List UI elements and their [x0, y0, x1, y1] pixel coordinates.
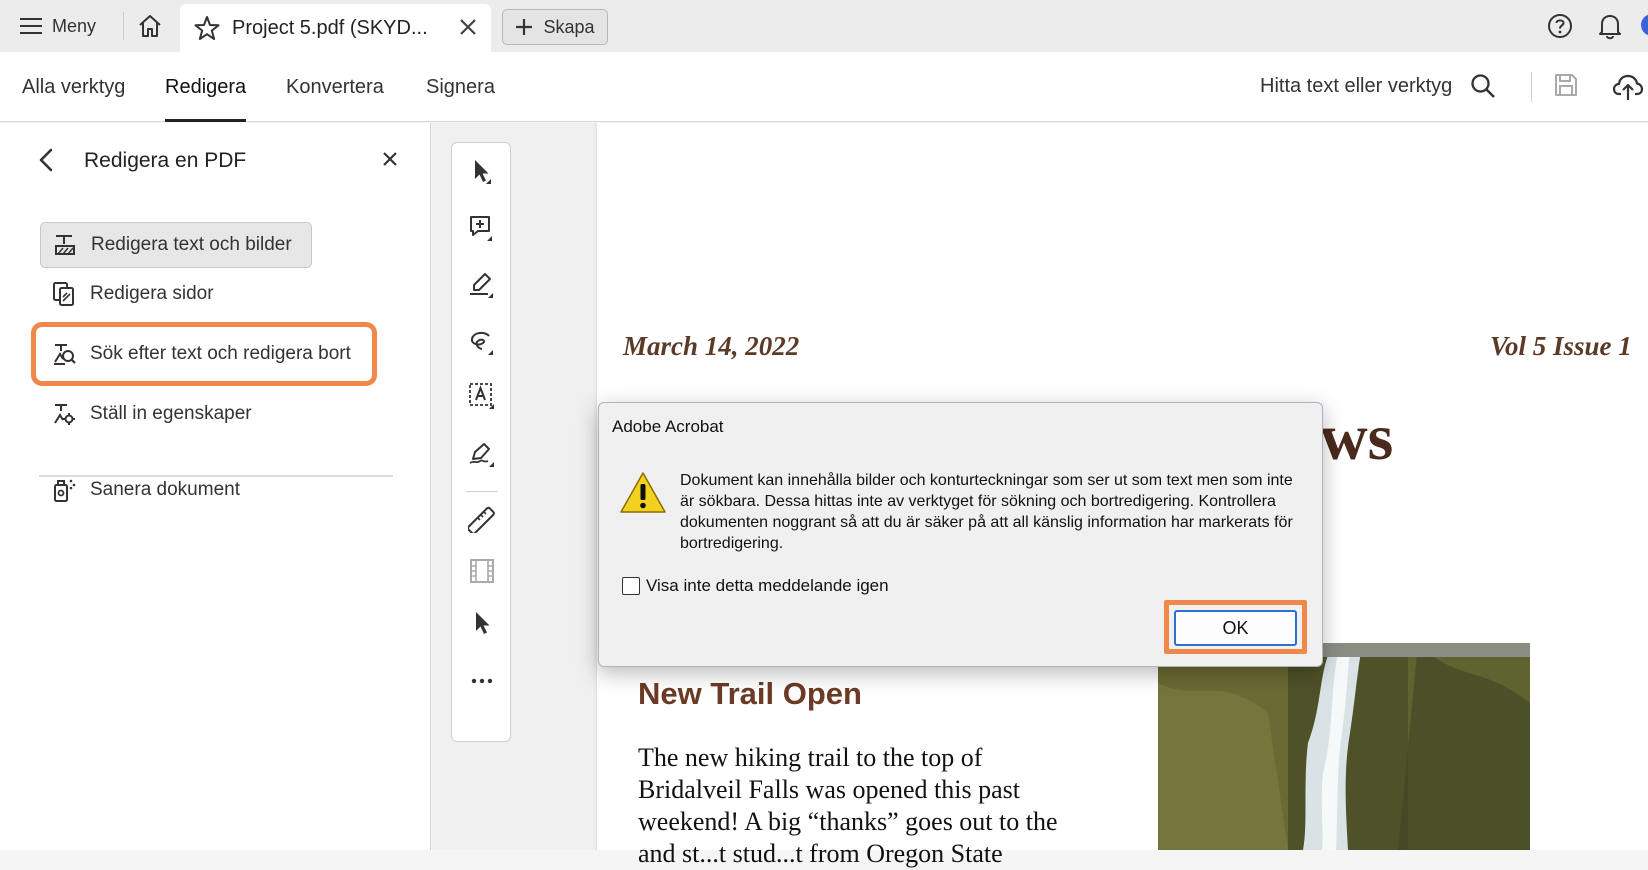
- add-comment-tool[interactable]: [465, 211, 499, 245]
- item-label: Redigera text och bilder: [91, 234, 292, 255]
- waterfall-photo: [1158, 643, 1530, 850]
- find-tools-button[interactable]: Hitta text eller verktyg: [1260, 68, 1496, 104]
- add-comment-icon: [470, 216, 492, 241]
- tab-label: Alla verktyg: [22, 75, 126, 98]
- tab-label: Signera: [426, 75, 495, 98]
- find-label: Hitta text eller verktyg: [1260, 74, 1453, 97]
- menu-label: Meny: [52, 15, 97, 36]
- set-properties-item[interactable]: Ställ in egenskaper: [40, 391, 264, 437]
- article-body: The new hiking trail to the top of Brida…: [638, 742, 1098, 870]
- edit-pages-item[interactable]: Redigera sidor: [40, 271, 226, 317]
- more-tools[interactable]: [465, 664, 499, 698]
- checkbox-label: Visa inte detta meddelande igen: [646, 576, 889, 595]
- hamburger-icon: [20, 18, 42, 34]
- article-line: Bridalveil Falls was opened this past: [638, 775, 1021, 804]
- item-label: Sök efter text och redigera bort: [90, 343, 351, 364]
- search-icon: [1471, 74, 1496, 98]
- item-label: Ställ in egenskaper: [90, 403, 252, 424]
- select-alt-tool[interactable]: [465, 605, 499, 639]
- bell-icon[interactable]: [1597, 12, 1623, 40]
- back-arrow-icon[interactable]: [36, 147, 58, 173]
- draw-tool[interactable]: [465, 325, 499, 359]
- document-tab[interactable]: Project 5.pdf (SKYD...: [180, 4, 491, 52]
- article-line: weekend! A big “thanks” goes out to the: [638, 807, 1058, 836]
- item-label: Redigera sidor: [90, 283, 214, 304]
- dialog-message: Dokument kan innehålla bilder och kontur…: [680, 472, 1293, 552]
- plus-icon: [516, 19, 533, 35]
- sign-tool[interactable]: [465, 437, 499, 471]
- article-line: and st...t stud...t from Oregon State: [638, 839, 1003, 868]
- newsletter-date: March 14, 2022: [623, 331, 800, 361]
- item-label: Sanera dokument: [90, 479, 240, 500]
- divider: [123, 12, 124, 40]
- select-tool[interactable]: [465, 154, 499, 188]
- sanitize-icon: [54, 479, 76, 502]
- article-line: The new hiking trail to the top of: [638, 743, 983, 772]
- home-button[interactable]: [132, 10, 168, 42]
- more-icon: [471, 678, 493, 684]
- divider: [466, 491, 498, 492]
- main-toolbar: Alla verktyg Redigera Konvertera Signera…: [0, 52, 1648, 122]
- create-label: Skapa: [543, 16, 595, 37]
- text-box-tool[interactable]: [465, 379, 499, 413]
- cloud-upload-icon[interactable]: [1612, 70, 1644, 102]
- edit-pages-icon: [53, 282, 74, 306]
- draw-icon: [470, 331, 493, 355]
- divider: [1531, 72, 1532, 102]
- text-box-icon: [469, 383, 494, 409]
- find-redact-item[interactable]: Sök efter text och redigera bort: [31, 322, 377, 386]
- ok-highlight: OK: [1164, 600, 1307, 654]
- newsletter-volume: Vol 5 Issue 1: [1490, 331, 1632, 361]
- star-icon[interactable]: [194, 15, 220, 41]
- panel-title: Redigera en PDF: [84, 149, 247, 172]
- select-icon: [475, 160, 491, 184]
- tab-edit[interactable]: Redigera: [165, 52, 247, 122]
- tab-convert[interactable]: Konvertera: [286, 52, 384, 122]
- avatar[interactable]: [1641, 14, 1648, 36]
- title-bar: Meny Project 5.pdf (SKYD... Skapa: [0, 0, 1648, 52]
- help-icon[interactable]: [1547, 13, 1573, 39]
- dont-show-again-checkbox[interactable]: Visa inte detta meddelande igen: [622, 576, 889, 596]
- create-button[interactable]: Skapa: [502, 9, 608, 45]
- sign-icon: [469, 443, 494, 467]
- menu-button[interactable]: Meny: [10, 10, 106, 42]
- home-icon: [139, 15, 161, 37]
- select-alt-icon: [476, 612, 490, 634]
- save-icon[interactable]: [1553, 72, 1579, 98]
- sanitize-document-item[interactable]: Sanera dokument: [40, 467, 252, 513]
- dialog-title: Adobe Acrobat: [612, 417, 724, 436]
- highlight-tool[interactable]: [465, 268, 499, 302]
- close-panel-icon[interactable]: [382, 151, 398, 167]
- highlight-icon: [470, 273, 493, 298]
- waterfall-image: [1158, 643, 1530, 850]
- warning-icon: [620, 472, 666, 513]
- tab-all-tools[interactable]: Alla verktyg: [22, 52, 125, 122]
- tab-title: Project 5.pdf (SKYD...: [232, 16, 428, 39]
- acrobat-warning-dialog: Adobe Acrobat Dokument kan innehålla bil…: [598, 402, 1323, 667]
- set-properties-icon: [54, 404, 75, 425]
- quick-tools-bar: [451, 142, 511, 742]
- tab-label: Konvertera: [286, 75, 384, 98]
- article-heading: New Trail Open: [638, 676, 862, 711]
- newsletter-title: ws: [1320, 401, 1394, 474]
- ok-button[interactable]: OK: [1174, 610, 1297, 646]
- measure-tool[interactable]: [465, 502, 499, 536]
- media-icon: [470, 559, 494, 583]
- tab-sign[interactable]: Signera: [426, 52, 495, 122]
- measure-icon: [468, 506, 495, 533]
- close-tab-icon[interactable]: [459, 18, 477, 36]
- checkbox-box[interactable]: [622, 577, 640, 595]
- find-redact-icon: [54, 344, 76, 365]
- edit-text-images-item[interactable]: Redigera text och bilder: [40, 222, 312, 268]
- edit-pdf-panel: Redigera en PDF Redigera text och bilder…: [0, 123, 431, 850]
- media-tool: [465, 554, 499, 588]
- edit-text-image-icon: [55, 235, 75, 255]
- tab-label: Redigera: [165, 75, 247, 98]
